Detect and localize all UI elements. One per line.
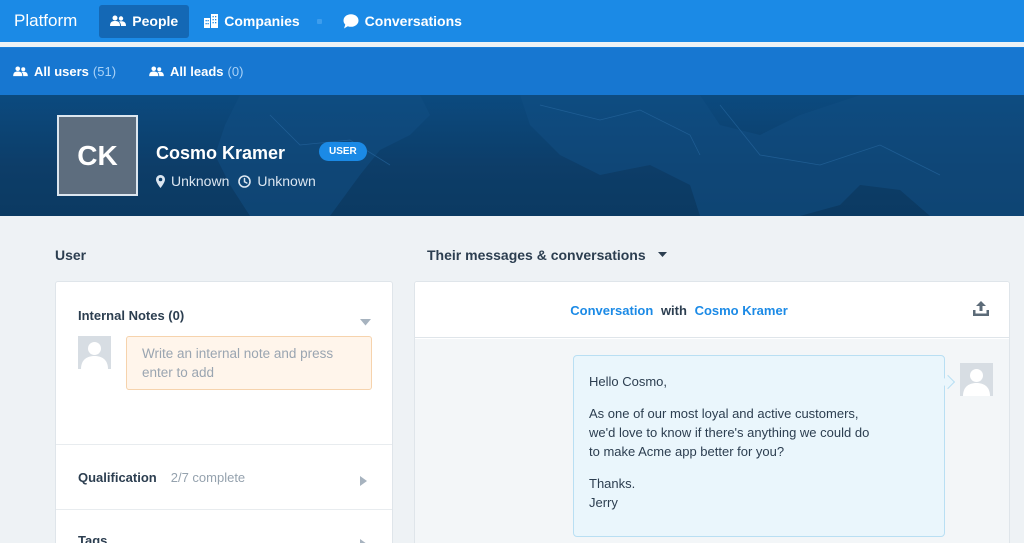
- clock-icon: [238, 174, 252, 188]
- conversation-header: Conversation with Cosmo Kramer: [415, 282, 1009, 338]
- conversation-body: Hello Cosmo, As one of our most loyal an…: [415, 339, 1009, 543]
- qualification-label: Qualification: [78, 470, 157, 485]
- messages-section-title: Their messages & conversations: [427, 247, 646, 263]
- profile-meta: Unknown Unknown: [156, 173, 316, 189]
- note-placeholder-line2: enter to add: [142, 365, 215, 380]
- people-icon: [149, 66, 164, 77]
- message-signoff: Thanks.: [589, 476, 636, 491]
- profile-location: Unknown: [171, 173, 230, 189]
- user-section-title: User: [55, 247, 87, 263]
- top-nav: Platform People Companies Conversations: [0, 0, 1024, 42]
- divider: [56, 444, 392, 445]
- message-bubble: Hello Cosmo, As one of our most loyal an…: [573, 355, 945, 537]
- subnav-all-users-count: (51): [92, 64, 117, 79]
- message-line: we'd love to know if there's anything we…: [589, 425, 870, 440]
- nav-separator: [316, 18, 322, 24]
- message-greeting: Hello Cosmo,: [589, 374, 668, 389]
- nav-conversations[interactable]: Conversations: [332, 5, 473, 38]
- user-details-card: Internal Notes (0) Write an internal not…: [55, 281, 393, 543]
- caret-down-icon[interactable]: [360, 313, 371, 331]
- chat-bubble-icon: [343, 13, 359, 29]
- subnav-all-leads-count: (0): [227, 64, 244, 79]
- profile-name: Cosmo Kramer: [156, 143, 286, 163]
- conversation-user-link[interactable]: Cosmo Kramer: [695, 303, 788, 318]
- internal-notes-title[interactable]: Internal Notes (0): [78, 308, 184, 323]
- chevron-right-icon[interactable]: [360, 473, 367, 491]
- subnav-all-leads-label: All leads: [170, 64, 224, 79]
- profile-avatar: CK: [57, 115, 138, 196]
- qualification-row[interactable]: Qualification 2/7 complete: [78, 470, 245, 485]
- message-sender: Jerry: [589, 495, 618, 510]
- sub-nav: All users (51) All leads (0): [0, 47, 1024, 95]
- building-icon: [204, 14, 219, 28]
- message-line: As one of our most loyal and active cust…: [589, 406, 859, 421]
- nav-companies[interactable]: Companies: [193, 5, 310, 38]
- people-icon: [13, 66, 28, 77]
- conversation-title: Conversation with Cosmo Kramer: [415, 303, 943, 318]
- subnav-all-users-label: All users: [34, 64, 89, 79]
- profile-local-time: Unknown: [257, 173, 316, 189]
- sender-avatar: [960, 363, 993, 396]
- qualification-progress: 2/7 complete: [170, 470, 246, 485]
- messages-dropdown[interactable]: Their messages & conversations: [427, 247, 667, 263]
- tags-label[interactable]: Tags: [78, 533, 107, 543]
- nav-conversations-label: Conversations: [364, 13, 462, 29]
- location-pin-icon: [156, 174, 165, 188]
- nav-people[interactable]: People: [99, 4, 190, 38]
- people-icon: [110, 15, 127, 27]
- profile-banner: CK Cosmo Kramer USER Unknown Unknown: [0, 95, 1024, 216]
- subnav-all-leads[interactable]: All leads (0): [149, 64, 243, 79]
- subnav-all-users[interactable]: All users (51): [13, 64, 116, 79]
- note-placeholder-line1: Write an internal note and press: [142, 346, 334, 361]
- brand-logo[interactable]: Platform: [14, 11, 77, 31]
- caret-down-icon: [657, 252, 667, 258]
- conversation-with-text: with: [660, 303, 687, 318]
- export-icon[interactable]: [972, 301, 990, 322]
- nav-people-label: People: [132, 13, 179, 29]
- conversation-card: Conversation with Cosmo Kramer Hello Cos…: [414, 281, 1010, 543]
- note-author-avatar: [78, 336, 111, 369]
- conversation-link[interactable]: Conversation: [570, 303, 653, 318]
- divider: [56, 509, 392, 510]
- user-type-badge: USER: [319, 142, 367, 161]
- chevron-right-icon[interactable]: [360, 536, 367, 543]
- world-map-background: [215, 95, 1024, 216]
- message-line: to make Acme app better for you?: [589, 444, 785, 459]
- nav-companies-label: Companies: [224, 13, 300, 29]
- internal-note-input[interactable]: Write an internal note and press enter t…: [126, 336, 372, 390]
